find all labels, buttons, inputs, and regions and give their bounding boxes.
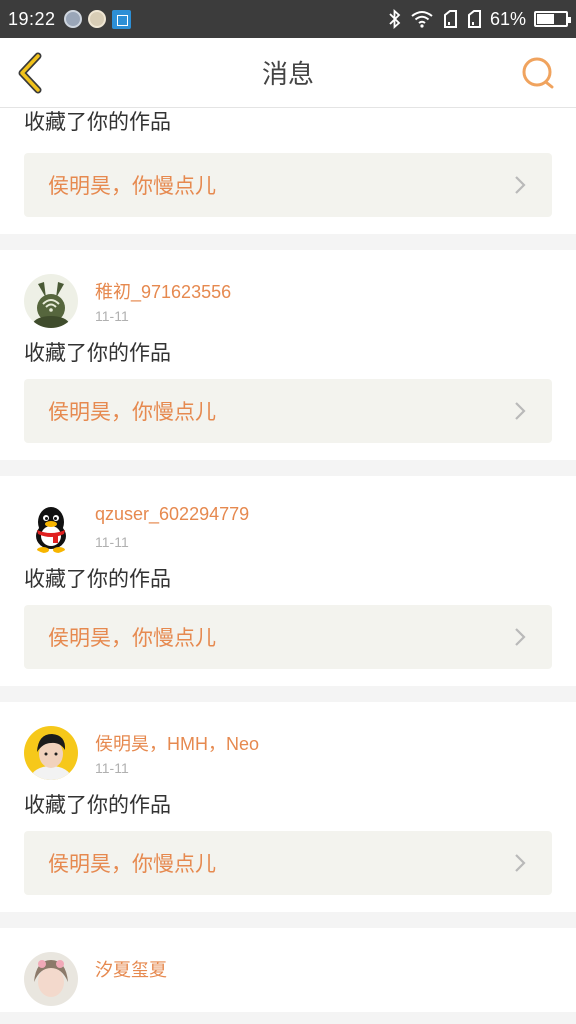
message-date: 11-11 — [95, 308, 129, 324]
status-bar: 19:22 61% — [0, 0, 576, 38]
work-link[interactable]: 侯明昊，你慢点儿 — [24, 153, 552, 217]
message-action: 收藏了你的作品 — [24, 567, 171, 591]
message-card: 收藏了你的作品 侯明昊，你慢点儿 — [0, 108, 576, 234]
bluetooth-icon — [389, 9, 401, 29]
work-link[interactable]: 侯明昊，你慢点儿 — [24, 605, 552, 669]
chevron-right-icon — [515, 854, 526, 872]
work-title: 侯明昊，你慢点儿 — [48, 174, 216, 198]
message-date: 11-11 — [95, 534, 129, 550]
sim-signal-icon — [443, 10, 457, 28]
wifi-icon — [411, 11, 433, 28]
username[interactable]: qzuser_602294779 — [95, 504, 249, 525]
message-card: 侯明昊，HMH，Neo 11-11 收藏了你的作品 侯明昊，你慢点儿 — [0, 702, 576, 912]
message-date: 11-11 — [95, 760, 129, 776]
message-action: 收藏了你的作品 — [24, 110, 171, 134]
notification-app-icon — [63, 10, 82, 28]
avatar[interactable] — [24, 726, 78, 780]
message-list: 收藏了你的作品 侯明昊，你慢点儿 稚初_971623556 11-11 收藏了你… — [0, 108, 576, 1012]
search-icon — [522, 57, 554, 89]
sim-signal-icon — [467, 10, 481, 28]
username[interactable]: 稚初_971623556 — [95, 278, 231, 304]
avatar[interactable] — [24, 274, 78, 328]
message-card: 稚初_971623556 11-11 收藏了你的作品 侯明昊，你慢点儿 — [0, 250, 576, 460]
message-card: qzuser_602294779 11-11 收藏了你的作品 侯明昊，你慢点儿 — [0, 476, 576, 686]
chevron-right-icon — [515, 402, 526, 420]
message-action: 收藏了你的作品 — [24, 793, 171, 817]
message-action: 收藏了你的作品 — [24, 341, 171, 365]
screenshot-icon — [111, 9, 131, 29]
work-link[interactable]: 侯明昊，你慢点儿 — [24, 379, 552, 443]
username[interactable]: 汐夏玺夏 — [95, 956, 167, 982]
work-link[interactable]: 侯明昊，你慢点儿 — [24, 831, 552, 895]
message-card: 汐夏玺夏 — [0, 928, 576, 1012]
work-title: 侯明昊，你慢点儿 — [48, 626, 216, 650]
battery-percent: 61% — [489, 8, 526, 29]
chevron-left-icon — [18, 52, 42, 94]
notification-app-icon — [87, 10, 106, 28]
search-button[interactable] — [520, 56, 556, 92]
avatar[interactable] — [24, 500, 78, 554]
app-header: 消息 — [0, 38, 576, 108]
work-title: 侯明昊，你慢点儿 — [48, 400, 216, 424]
chevron-right-icon — [515, 628, 526, 646]
avatar[interactable] — [24, 952, 78, 1006]
status-time: 19:22 — [8, 8, 56, 29]
back-button[interactable] — [12, 50, 52, 96]
username[interactable]: 侯明昊，HMH，Neo — [95, 730, 259, 756]
chevron-right-icon — [515, 176, 526, 194]
page-title: 消息 — [261, 60, 314, 90]
battery-icon — [534, 11, 571, 27]
work-title: 侯明昊，你慢点儿 — [48, 852, 216, 876]
